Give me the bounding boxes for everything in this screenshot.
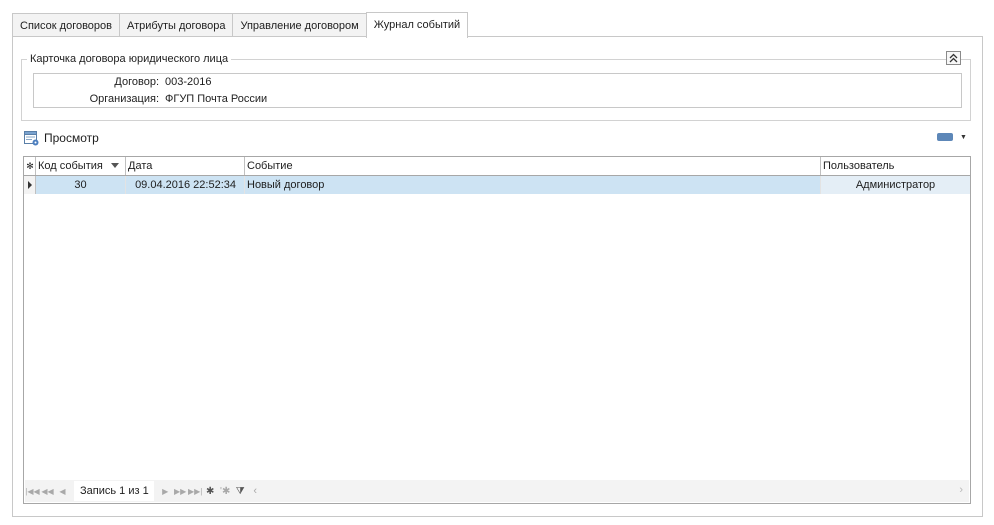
grid-indicator-header[interactable]: ✻	[24, 157, 36, 175]
table-view-icon	[24, 131, 39, 146]
column-header-date[interactable]: Дата	[126, 157, 245, 175]
scroll-right-icon[interactable]: ›	[959, 484, 963, 496]
next-record-icon[interactable]: ▶	[158, 487, 173, 496]
chevron-down-icon: ▼	[960, 133, 967, 141]
column-header-event[interactable]: Событие	[245, 157, 821, 175]
sort-descending-icon	[111, 163, 119, 168]
cell-event-code[interactable]: 30	[36, 176, 126, 194]
record-navigator: |◀◀ ◀◀ ◀ Запись 1 из 1 ▶ ▶▶ ▶▶| ✱ '✱ ⧩ ‹…	[25, 480, 969, 502]
column-header-user[interactable]: Пользователь	[821, 157, 970, 175]
tab-events-log[interactable]: Журнал событий	[365, 12, 469, 38]
layout-icon	[937, 133, 953, 141]
organization-label: Организация:	[89, 93, 159, 105]
tab-contract-attributes[interactable]: Атрибуты договора	[119, 13, 234, 37]
view-button-label: Просмотр	[44, 131, 99, 145]
layout-dropdown-button[interactable]: ▼	[937, 133, 967, 141]
delete-record-icon[interactable]: '✱	[218, 486, 233, 497]
row-indicator	[24, 176, 36, 194]
row-pointer-icon	[28, 181, 32, 189]
prev-record-icon[interactable]: ◀	[55, 487, 70, 496]
first-record-icon[interactable]: |◀◀	[25, 487, 40, 496]
table-row[interactable]: 30 09.04.2016 22:52:34 Новый договор Адм…	[24, 176, 970, 194]
column-header-label: Код события	[38, 160, 103, 172]
tab-strip: Список договоров Атрибуты договора Управ…	[12, 12, 469, 38]
column-header-event-code[interactable]: Код события	[36, 157, 126, 175]
grid-header: ✻ Код события Дата Событие Пользователь	[24, 157, 970, 176]
contract-value: 003-2016	[165, 76, 212, 88]
cell-event[interactable]: Новый договор	[245, 176, 821, 194]
cell-user[interactable]: Администратор	[821, 176, 970, 194]
tab-contract-management[interactable]: Управление договором	[232, 13, 367, 37]
tab-contracts-list[interactable]: Список договоров	[12, 13, 120, 37]
prev-page-icon[interactable]: ◀◀	[40, 487, 55, 496]
cell-date[interactable]: 09.04.2016 22:52:34	[126, 176, 245, 194]
view-button[interactable]: Просмотр	[24, 130, 99, 146]
append-record-icon[interactable]: ✱	[203, 486, 218, 497]
collapse-button[interactable]	[946, 51, 961, 65]
record-info: Запись 1 из 1	[74, 481, 154, 501]
scroll-left-icon[interactable]: ‹	[248, 485, 263, 497]
chevron-double-up-icon	[949, 53, 958, 63]
last-record-icon[interactable]: ▶▶|	[188, 487, 203, 496]
next-page-icon[interactable]: ▶▶	[173, 487, 188, 496]
events-grid: ✻ Код события Дата Событие Пользователь …	[23, 156, 971, 504]
organization-value: ФГУП Почта России	[165, 93, 268, 105]
contract-label: Договор:	[114, 76, 159, 88]
card-group-title: Карточка договора юридического лица	[27, 52, 232, 66]
filter-icon[interactable]: ⧩	[233, 486, 248, 497]
